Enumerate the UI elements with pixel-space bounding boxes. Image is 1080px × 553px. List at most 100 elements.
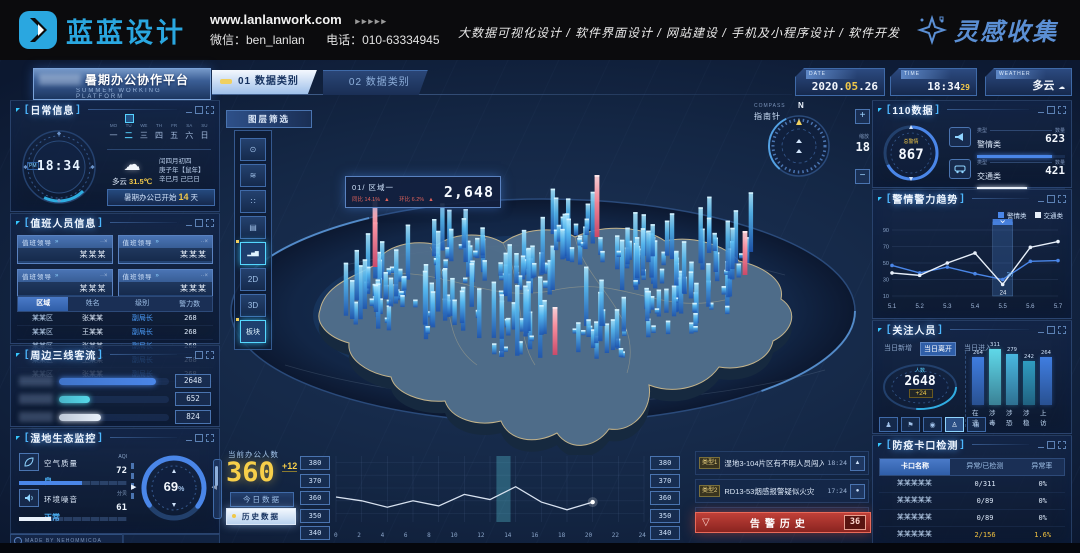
checkpoint-table: 卡口名称异常/已检测异常率某某某某某0/3110%某某某某某0/890%某某某某… [879,458,1065,553]
map-tooltip: 01/ 区域一 同比 14.1%▲ 环比 6.2%▲ 2,648 [345,176,501,208]
wechat-contact: 微信：ben_lanlan [210,33,305,47]
layer-button-camera-icon[interactable]: ⊙ [240,138,266,161]
close-icon[interactable]: ··× [201,273,209,279]
history-data-button[interactable]: 历史数据 [226,508,296,525]
duty-leader-card[interactable]: 值班领导»··×某某某 [17,269,113,298]
checkpoint-row: 某某某某某0/3110% [879,476,1065,493]
tooltip-value: 2,648 [444,183,494,201]
redacted-line-label [19,394,53,404]
type-label: 类型 [977,127,987,134]
flow-bar-fill [59,378,156,385]
layer-button-blocks-toggle[interactable]: 板块 [240,320,266,343]
window-buttons[interactable] [1035,326,1066,334]
focus-tab-当日新增[interactable]: 当日新增 [881,342,915,356]
weekday-tu: TU二 [122,123,135,141]
close-icon[interactable]: ··× [100,273,108,279]
panel-epidemic-checkpoint: [ 防疫卡口检测] 卡口名称异常/已检测异常率某某某某某0/3110%某某某某某… [872,435,1072,547]
x-tick: 8 [427,532,431,539]
close-icon[interactable]: ··× [100,239,108,245]
weather-widget: WEATHER 多云☁ [985,68,1072,96]
svg-text:5.3: 5.3 [943,304,952,310]
duty-name: 某某某 [18,282,112,295]
megaphone-icon [949,127,971,147]
layer-button-building-icon[interactable]: ▤ [240,216,266,239]
layer-button-signal-icon[interactable]: ≋ [240,164,266,187]
focus-bar-category: 涉稳 [1023,407,1035,427]
duty-leader-card[interactable]: 值班领导»··×某某某 [17,235,113,264]
alert-history-button[interactable]: ▽ 告警历史 36 [695,512,871,533]
today-data-button[interactable]: 今日数据 [230,492,294,507]
alarm-row-交通类: 类型数量交通类421 [949,159,1065,190]
compass-dial[interactable] [766,113,832,179]
y-tick-box: 350 [300,509,330,523]
duty-name: 某某某 [119,282,213,295]
checkpoint-row: 某某某某某0/890% [879,510,1065,527]
flag-icon[interactable]: ⚑ [901,417,920,432]
duty-leader-card[interactable]: 值班领导»··×某某某 [118,269,214,298]
window-buttons[interactable] [183,219,214,227]
arrows-decoration: ▸▸▸▸▸ [355,16,388,26]
panel-police-trend: [ 警情警力趋势] 警情类交通类 907050301030245.15.25.3… [872,189,1072,319]
layer-button-mode-2d[interactable]: 2D [240,268,266,291]
gauge-left-arrow[interactable]: ▶ [131,483,136,491]
layer-button-mode-3d[interactable]: 3D [240,294,266,317]
svg-text:5.4: 5.4 [971,304,980,310]
alarm-type-name: 警情类 [977,140,1001,149]
window-buttons[interactable] [1035,441,1066,449]
contact-block: www.lanlanwork.com ▸▸▸▸▸ 微信：ben_lanlan 电… [210,12,458,48]
website-link[interactable]: www.lanlanwork.com [210,12,342,27]
zoom-in-button[interactable]: + [855,109,870,124]
focus-bar: 279涉恐 [1006,347,1018,427]
focus-bar: 311涉毒 [989,342,1001,427]
alert-scroll-control[interactable]: ● [850,484,865,499]
x-tick: 16 [531,532,538,539]
x-axis-ticks: 024681012141618202224 [334,532,646,539]
window-buttons[interactable] [1035,106,1066,114]
focus-tab-当日离开[interactable]: 当日离开 [920,342,956,356]
layer-button-bar-chart-icon[interactable]: ▂▅▇ [240,242,266,265]
redacted-line-label [19,376,53,386]
duty-role-label: 值班领导 [123,237,153,247]
alarm-total-gauge: 总警情 867 [881,123,941,183]
zoom-out-button[interactable]: − [855,169,870,184]
clock-time: 18:34 [19,159,99,174]
window-buttons[interactable] [183,434,214,442]
eco-scrollbar[interactable] [213,459,222,519]
layer-button-cluster-icon[interactable]: ∷ [240,190,266,213]
alert-message: 湿地3-104片区有不明人员闯入 [724,458,824,469]
window-buttons[interactable] [1035,195,1066,203]
noise-bar [19,517,127,521]
window-buttons[interactable] [183,351,214,359]
svg-text:24: 24 [1000,290,1007,296]
tab-data-category-1[interactable]: 01 数据类别 [212,70,317,94]
person-walk-icon[interactable]: ♟ [879,417,898,432]
date-label: DATE [806,70,857,79]
duty-leader-card[interactable]: 值班领导»··×某某某 [118,235,214,264]
panel-110-data: [ 110数据] 总警情 867 类型数量警情类623类型数量交通类421 [872,100,1072,188]
close-icon[interactable]: ··× [201,239,209,245]
y-axis-left: 380370360350340 [300,456,330,544]
window-buttons[interactable] [183,106,214,114]
tab-data-category-2[interactable]: 02 数据类别 [323,70,428,95]
focus-bar-value: 264 [973,350,983,356]
focus-bar-category: 涉毒 [989,407,1001,427]
x-tick: 0 [334,532,338,539]
alert-scroll-control[interactable]: ▲ [850,456,865,471]
alarm-type-bar [977,155,1052,158]
eye-icon[interactable]: ◉ [923,417,942,432]
alert-type-tag: 类型1 [699,457,720,469]
y-tick-box: 370 [300,474,330,488]
analog-clock: PM 18:34 [19,127,99,207]
chevron-right-icon: » [156,239,159,245]
alert-item: 类型2RD13-53烟感报警疑似火灾17:24● [695,479,869,503]
panel-wetland-eco: [ 湿地生态监控] 空气质量良 AQI72 环境噪音正常 分贝61 [10,428,220,534]
week-strip: MO一TU二WE三TH四FR五SA六SU日 [107,123,211,141]
alarm-type-value: 623 [1045,132,1065,145]
inspiration-title: 灵感收集 [954,12,1058,47]
sparkle-icon [916,14,948,46]
platform-title: 暑期办公协作平台 [85,71,189,88]
person-icon[interactable]: ♙ [945,417,964,432]
x-tick: 18 [558,532,565,539]
services-list: 大数据可视化设计 / 软件界面设计 / 网站建设 / 手机及小程序设计 / 软件… [458,24,900,41]
panel-daily-info: [ 日常信息] PM 18:34 MO一TU二WE三TH四FR五SA六SU日 ☁ [10,100,220,212]
